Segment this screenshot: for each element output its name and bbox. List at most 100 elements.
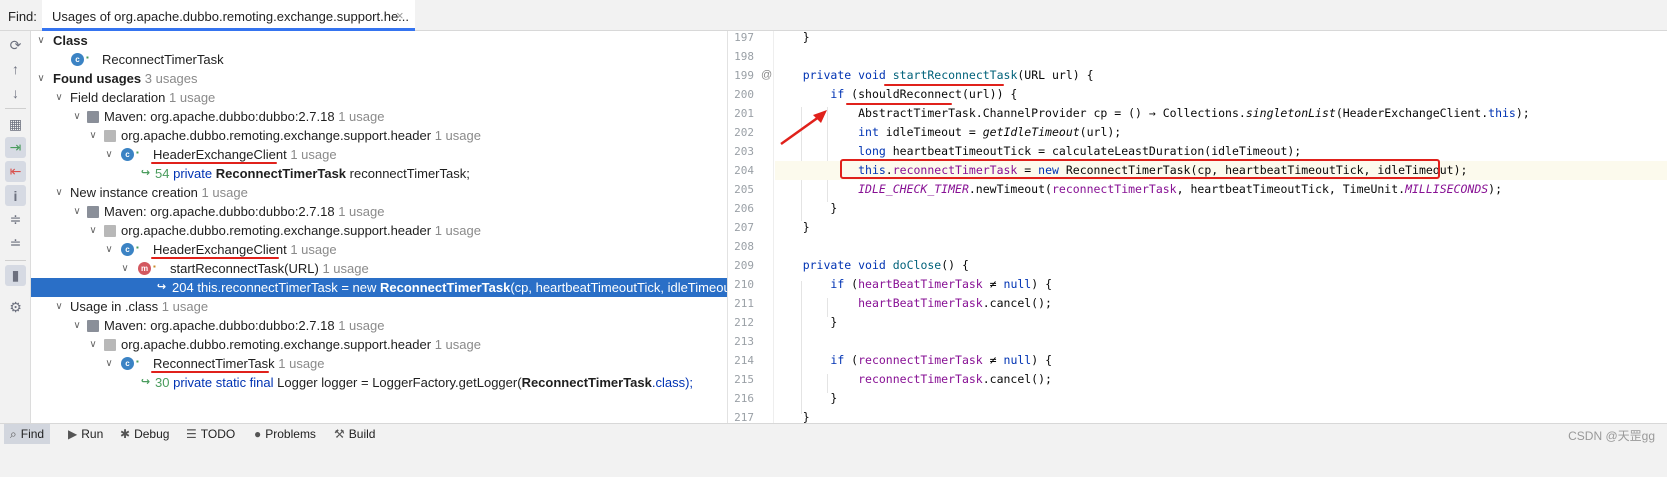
code-line[interactable]: } <box>775 313 1667 332</box>
red-arrow-annotation <box>780 110 827 146</box>
line-number[interactable]: 199 <box>728 66 754 85</box>
line-number[interactable]: 212 <box>728 313 754 332</box>
tree-node-group[interactable]: ∨ New instance creation 1 usage <box>31 183 727 202</box>
code-line[interactable] <box>775 237 1667 256</box>
code-editor[interactable]: } private void startReconnectTask(URL ur… <box>775 28 1667 424</box>
tree-node-package[interactable]: ∨ org.apache.dubbo.remoting.exchange.sup… <box>31 335 727 354</box>
chevron-down-icon[interactable]: ∨ <box>119 259 131 278</box>
line-number[interactable]: 207 <box>728 218 754 237</box>
problems-tool-button[interactable]: ● Problems <box>248 424 322 445</box>
line-number[interactable]: 198 <box>728 47 754 66</box>
method-icon: m <box>138 262 151 275</box>
tree-node-maven[interactable]: ∨ Maven: org.apache.dubbo:dubbo:2.7.18 1… <box>31 316 727 335</box>
line-number[interactable]: 216 <box>728 389 754 408</box>
line-number[interactable]: 200 <box>728 85 754 104</box>
up-arrow-icon[interactable]: ↑ <box>5 58 26 79</box>
override-marker-icon[interactable]: @ <box>761 66 772 85</box>
group-icon[interactable]: ▦ <box>5 114 26 135</box>
tool-window-bar: ⌕ Find ▶ Run ✱ Debug ☰ TODO ● Problems ⚒ Build… <box>0 423 1667 445</box>
settings-icon[interactable]: ⚙ <box>5 297 26 318</box>
tree-node-package[interactable]: ∨ org.apache.dubbo.remoting.exchange.sup… <box>31 126 727 145</box>
line-number[interactable]: 211 <box>728 294 754 313</box>
code-line[interactable]: private void startReconnectTask(URL url)… <box>775 66 1667 85</box>
tree-node-class-item[interactable]: c ▪ ReconnectTimerTask <box>31 50 727 69</box>
line-number[interactable]: 214 <box>728 351 754 370</box>
line-number[interactable]: 210 <box>728 275 754 294</box>
code-line[interactable]: if (heartBeatTimerTask ≠ null) { <box>775 275 1667 294</box>
find-tool-button[interactable]: ⌕ Find <box>4 424 51 445</box>
tree-node-maven[interactable]: ∨ Maven: org.apache.dubbo:dubbo:2.7.18 1… <box>31 202 727 221</box>
code-line[interactable] <box>775 47 1667 66</box>
down-arrow-icon[interactable]: ↓ <box>5 82 26 103</box>
tree-node-usage[interactable]: ↪ 30 private static final Logger logger … <box>31 373 727 392</box>
code-line[interactable] <box>775 332 1667 351</box>
line-number[interactable]: 213 <box>728 332 754 351</box>
code-line[interactable]: } <box>775 218 1667 237</box>
line-number[interactable]: 206 <box>728 199 754 218</box>
tree-node-class[interactable]: ∨ c ▪ HeaderExchangeClient 1 usage <box>31 240 727 259</box>
chevron-down-icon[interactable]: ∨ <box>53 88 65 107</box>
code-line[interactable]: if (shouldReconnect(url)) { <box>775 85 1667 104</box>
tree-node-usage-selected[interactable]: ↪ 204 this.reconnectTimerTask = new Reco… <box>31 278 742 297</box>
code-line[interactable]: } <box>775 199 1667 218</box>
usages-tab-title: Usages of org.apache.dubbo.remoting.exch… <box>52 9 410 24</box>
chevron-down-icon[interactable]: ∨ <box>71 202 83 221</box>
tree-node-class[interactable]: ∨ c ▪ ReconnectTimerTask 1 usage <box>31 354 727 373</box>
tree-node-group[interactable]: ∨ Field declaration 1 usage <box>31 88 727 107</box>
info-icon[interactable]: i <box>5 185 26 206</box>
exclude-icon[interactable]: ⇤ <box>5 161 26 182</box>
line-number[interactable]: 205 <box>728 180 754 199</box>
code-line[interactable]: heartBeatTimerTask.cancel(); <box>775 294 1667 313</box>
line-number[interactable]: 201 <box>728 104 754 123</box>
line-number[interactable]: 202 <box>728 123 754 142</box>
class-icon: c <box>121 357 134 370</box>
tree-node-maven[interactable]: ∨ Maven: org.apache.dubbo:dubbo:2.7.18 1… <box>31 107 727 126</box>
debug-tool-button[interactable]: ✱ Debug <box>114 424 175 445</box>
code-line[interactable]: AbstractTimerTask.ChannelProvider cp = (… <box>775 104 1667 123</box>
code-line[interactable]: IDLE_CHECK_TIMER.newTimeout(reconnectTim… <box>775 180 1667 199</box>
code-line[interactable]: reconnectTimerTask.cancel(); <box>775 370 1667 389</box>
run-tool-button[interactable]: ▶ Run <box>62 424 109 445</box>
code-line[interactable]: private void doClose() { <box>775 256 1667 275</box>
chevron-down-icon[interactable]: ∨ <box>87 126 99 145</box>
chevron-down-icon[interactable]: ∨ <box>103 145 115 164</box>
tree-node-package[interactable]: ∨ org.apache.dubbo.remoting.exchange.sup… <box>31 221 727 240</box>
library-icon <box>87 206 99 218</box>
build-tool-button[interactable]: ⚒ Build <box>328 424 381 445</box>
line-number[interactable]: 204 <box>728 161 754 180</box>
code-line[interactable]: int idleTimeout = getIdleTimeout(url); <box>775 123 1667 142</box>
chevron-down-icon[interactable]: ∨ <box>53 297 65 316</box>
line-number[interactable]: 208 <box>728 237 754 256</box>
tree-node-method[interactable]: ∨ m ▪ startReconnectTask(URL) 1 usage <box>31 259 727 278</box>
tree-node-class[interactable]: ∨ c ▪ HeaderExchangeClient 1 usage <box>31 145 727 164</box>
chevron-down-icon[interactable]: ∨ <box>53 183 65 202</box>
line-number[interactable]: 197 <box>728 28 754 47</box>
tree-node-class-header[interactable]: ∨ Class <box>31 31 727 50</box>
chevron-down-icon[interactable]: ∨ <box>87 221 99 240</box>
code-line[interactable]: if (reconnectTimerTask ≠ null) { <box>775 351 1667 370</box>
chevron-down-icon[interactable]: ∨ <box>87 335 99 354</box>
collapse-all-icon[interactable]: ≐ <box>5 233 26 254</box>
line-number[interactable]: 215 <box>728 370 754 389</box>
tree-node-usage[interactable]: ↪ 54 private ReconnectTimerTask reconnec… <box>31 164 727 183</box>
rerun-icon[interactable]: ⟳ <box>5 35 26 56</box>
close-icon[interactable]: × <box>396 8 404 23</box>
chevron-down-icon[interactable]: ∨ <box>71 107 83 126</box>
chevron-down-icon[interactable]: ∨ <box>103 354 115 373</box>
navigate-icon[interactable]: ⇥ <box>5 137 26 158</box>
chevron-down-icon[interactable]: ∨ <box>35 31 47 50</box>
chevron-down-icon[interactable]: ∨ <box>35 69 47 88</box>
code-line[interactable]: } <box>775 389 1667 408</box>
tree-node-group[interactable]: ∨ Usage in .class 1 usage <box>31 297 727 316</box>
code-line[interactable]: } <box>775 28 1667 47</box>
expand-all-icon[interactable]: ≑ <box>5 209 26 230</box>
todo-tool-button[interactable]: ☰ TODO <box>180 424 241 445</box>
chevron-down-icon[interactable]: ∨ <box>103 240 115 259</box>
preview-icon[interactable]: ▮ <box>5 265 26 286</box>
find-toolbar: Find: Usages of org.apache.dubbo.remotin… <box>0 0 1667 31</box>
usages-tab[interactable]: Usages of org.apache.dubbo.remoting.exch… <box>42 0 415 31</box>
line-number[interactable]: 209 <box>728 256 754 275</box>
line-number[interactable]: 203 <box>728 142 754 161</box>
tree-node-found-usages[interactable]: ∨ Found usages 3 usages <box>31 69 727 88</box>
chevron-down-icon[interactable]: ∨ <box>71 316 83 335</box>
